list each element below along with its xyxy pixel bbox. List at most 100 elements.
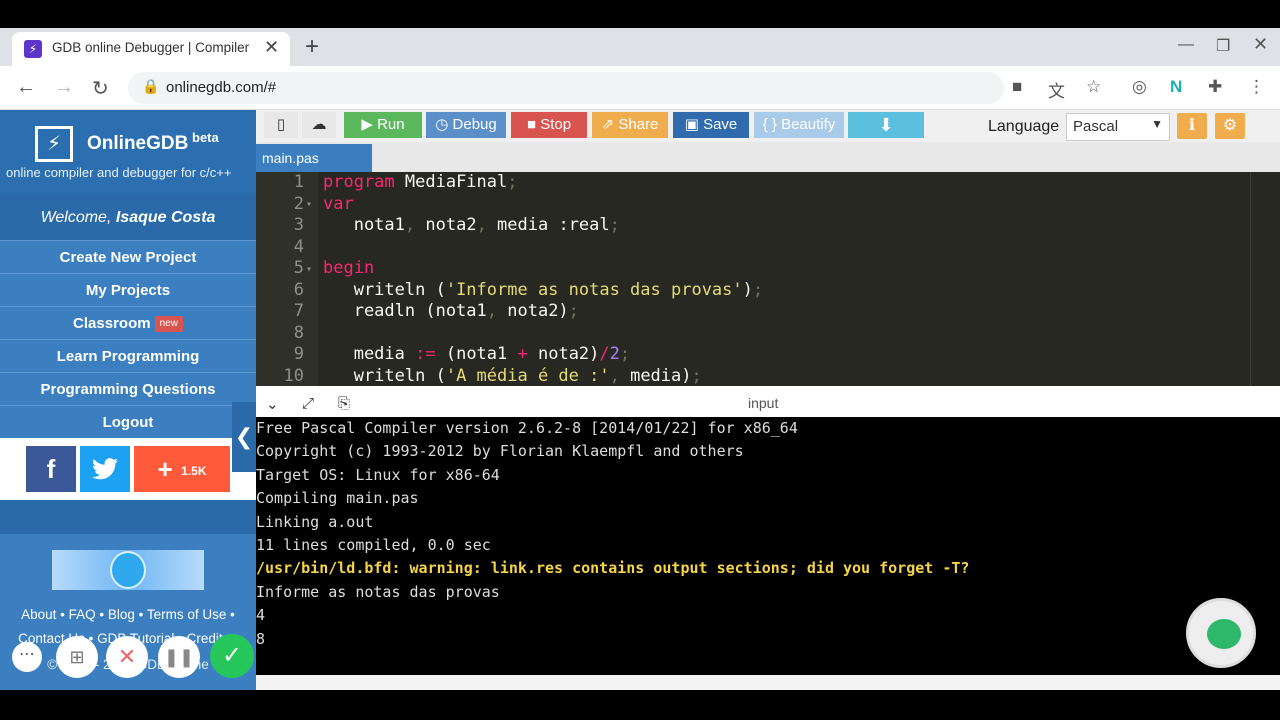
sidebar: ⚡ OnlineGDB beta online compiler and deb… <box>0 110 256 690</box>
sidebar-item-create-new-project[interactable]: Create New Project <box>0 240 256 273</box>
confirm-check-icon[interactable]: ✓ <box>210 634 254 678</box>
forward-arrow-icon[interactable]: → <box>54 76 74 99</box>
collapse-sidebar-button[interactable]: ❮ <box>232 402 256 472</box>
new-tab-button[interactable]: + <box>305 33 319 61</box>
download-icon[interactable]: ⬇ <box>848 112 924 138</box>
line-number: 7 <box>293 301 304 321</box>
sidebar-item-my-projects[interactable]: My Projects <box>0 273 256 306</box>
twitter-icon[interactable] <box>80 446 130 492</box>
code-line: nota1, nota2, media :real; <box>323 215 620 235</box>
line-number: 10 <box>283 365 304 386</box>
minimize-icon[interactable]: — <box>1178 36 1194 54</box>
sidebar-item-learn-programming[interactable]: Learn Programming <box>0 339 256 372</box>
console-line: Target OS: Linux for x86-64 <box>256 465 500 484</box>
brand-tagline: online compiler and debugger for c/c++ <box>6 165 232 180</box>
io-panel-header: ⌄ ⤢ ⎘ input <box>256 393 1280 417</box>
browser-tab-title: GDB online Debugger | Compiler <box>52 40 250 55</box>
pause-icon[interactable]: ❚❚ <box>158 636 200 678</box>
file-tab-main-pas[interactable]: main.pas <box>256 144 372 172</box>
debug-button[interactable]: ◷ Debug <box>426 112 506 138</box>
social-buttons: f + 1.5K <box>0 438 256 500</box>
line-number: 4 <box>293 236 304 257</box>
beautify-label: { } Beautify <box>762 116 836 133</box>
console-line: Free Pascal Compiler version 2.6.2-8 [20… <box>256 419 798 437</box>
line-number: 2 <box>293 193 304 214</box>
sidebar-item-label: Logout <box>102 414 154 431</box>
settings-gear-icon[interactable]: ⚙ <box>1215 113 1245 139</box>
extension-n-icon[interactable]: N <box>1170 77 1182 97</box>
share-icon: ⇗ <box>601 116 619 133</box>
code-editor[interactable]: 1 2 3 4 5 6 7 8 9 10 ▾ ▾ program MediaFi… <box>256 172 1280 386</box>
ide-main: ▯ ☁ ▶ Run ◷ Debug ■ Stop ⇗ Share ▣ Save … <box>256 110 1280 690</box>
browser-tab[interactable]: ⚡ GDB online Debugger | Compiler ✕ <box>12 32 290 66</box>
sidebar-item-programming-questions[interactable]: Programming Questions <box>0 372 256 405</box>
footer-links-1[interactable]: About • FAQ • Blog • Terms of Use • <box>0 607 256 622</box>
browser-toolbar: ← → ↻ 🔒 onlinegdb.com/# ■ 文 ☆ ◎ N ✚ ⋮ <box>0 66 1280 110</box>
beautify-button[interactable]: { } Beautify <box>754 112 844 138</box>
onlinegdb-logo-icon[interactable]: ⚡ <box>35 126 73 162</box>
bookmark-star-icon[interactable]: ☆ <box>1086 77 1101 97</box>
more-options-icon[interactable]: ⋯ <box>12 642 42 672</box>
stop-icon: ■ <box>526 116 541 133</box>
chevron-down-icon: ▼ <box>1151 117 1163 131</box>
console-line: 11 lines compiled, 0.0 sec <box>256 536 491 554</box>
run-button[interactable]: ▶ Run <box>344 112 422 138</box>
line-number: 1 <box>293 172 304 192</box>
fold-arrow-icon[interactable]: ▾ <box>306 199 312 210</box>
line-number: 8 <box>293 322 304 343</box>
ide-toolbar: ▯ ☁ ▶ Run ◷ Debug ■ Stop ⇗ Share ▣ Save … <box>256 110 1280 142</box>
back-arrow-icon[interactable]: ← <box>16 76 36 99</box>
language-value: Pascal <box>1073 118 1119 135</box>
share-count: 1.5K <box>181 464 207 478</box>
code-line: writeln ('Informe as notas das provas'); <box>323 279 764 300</box>
debug-icon: ◷ <box>435 116 453 133</box>
discard-icon[interactable]: ✕ <box>106 636 148 678</box>
close-tab-icon[interactable]: ✕ <box>264 37 279 58</box>
twitter-bird-icon <box>92 458 118 480</box>
brand-name[interactable]: OnlineGDB <box>87 133 188 155</box>
info-icon[interactable]: ℹ <box>1177 113 1207 139</box>
fold-arrow-icon[interactable]: ▾ <box>306 264 312 275</box>
code-line: begin <box>323 258 375 278</box>
console-line: Compiling main.pas <box>256 489 419 508</box>
stop-button[interactable]: ■ Stop <box>511 112 587 138</box>
camera-add-icon[interactable]: ⊞ <box>56 636 98 678</box>
maximize-icon[interactable]: ❐ <box>1216 36 1230 56</box>
console-output: 4 <box>256 606 266 625</box>
share-count-button[interactable]: + 1.5K <box>134 446 230 492</box>
address-bar[interactable]: 🔒 onlinegdb.com/# <box>128 72 1004 104</box>
upload-icon[interactable]: ☁ <box>302 112 336 138</box>
line-number: 5 <box>293 258 304 278</box>
browser-menu-icon[interactable]: ⋮ <box>1248 77 1265 97</box>
sidebar-item-classroom[interactable]: Classroom new <box>0 306 256 339</box>
play-icon: ▶ <box>361 116 378 133</box>
onlinegdb-favicon-icon: ⚡ <box>24 40 42 58</box>
user-name: Isaque Costa <box>115 209 216 226</box>
print-margin <box>1250 172 1251 386</box>
new-file-icon[interactable]: ▯ <box>264 112 298 138</box>
expand-icon[interactable]: ⤢ <box>302 395 314 412</box>
window-close-icon[interactable]: ✕ <box>1253 34 1268 55</box>
extensions-puzzle-icon[interactable]: ✚ <box>1208 77 1222 97</box>
new-badge: new <box>154 316 183 332</box>
sidebar-item-label: My Projects <box>85 282 171 299</box>
ad-banner[interactable] <box>52 550 204 590</box>
language-select[interactable]: Pascal ▼ <box>1066 113 1170 141</box>
lightbulb-icon <box>110 551 146 589</box>
output-console[interactable]: Free Pascal Compiler version 2.6.2-8 [20… <box>256 417 1280 675</box>
code-line: media := (nota1 + nota2)/2; <box>323 344 631 364</box>
save-icon: ▣ <box>684 116 704 133</box>
translate-icon[interactable]: 文 <box>1048 77 1065 102</box>
camera-icon[interactable]: ■ <box>1012 77 1022 97</box>
sidebar-item-logout[interactable]: Logout <box>0 405 256 438</box>
chat-button[interactable] <box>1186 598 1256 668</box>
extension-swirl-icon[interactable]: ◎ <box>1132 77 1147 97</box>
copy-icon[interactable]: ⎘ <box>338 395 350 412</box>
console-output: 8 <box>256 629 266 648</box>
save-button[interactable]: ▣ Save <box>673 112 749 138</box>
reload-icon[interactable]: ↻ <box>92 76 109 101</box>
plus-icon: + <box>157 454 173 484</box>
facebook-icon[interactable]: f <box>26 446 76 492</box>
share-button[interactable]: ⇗ Share <box>592 112 668 138</box>
chevron-down-icon[interactable]: ⌄ <box>266 395 279 413</box>
